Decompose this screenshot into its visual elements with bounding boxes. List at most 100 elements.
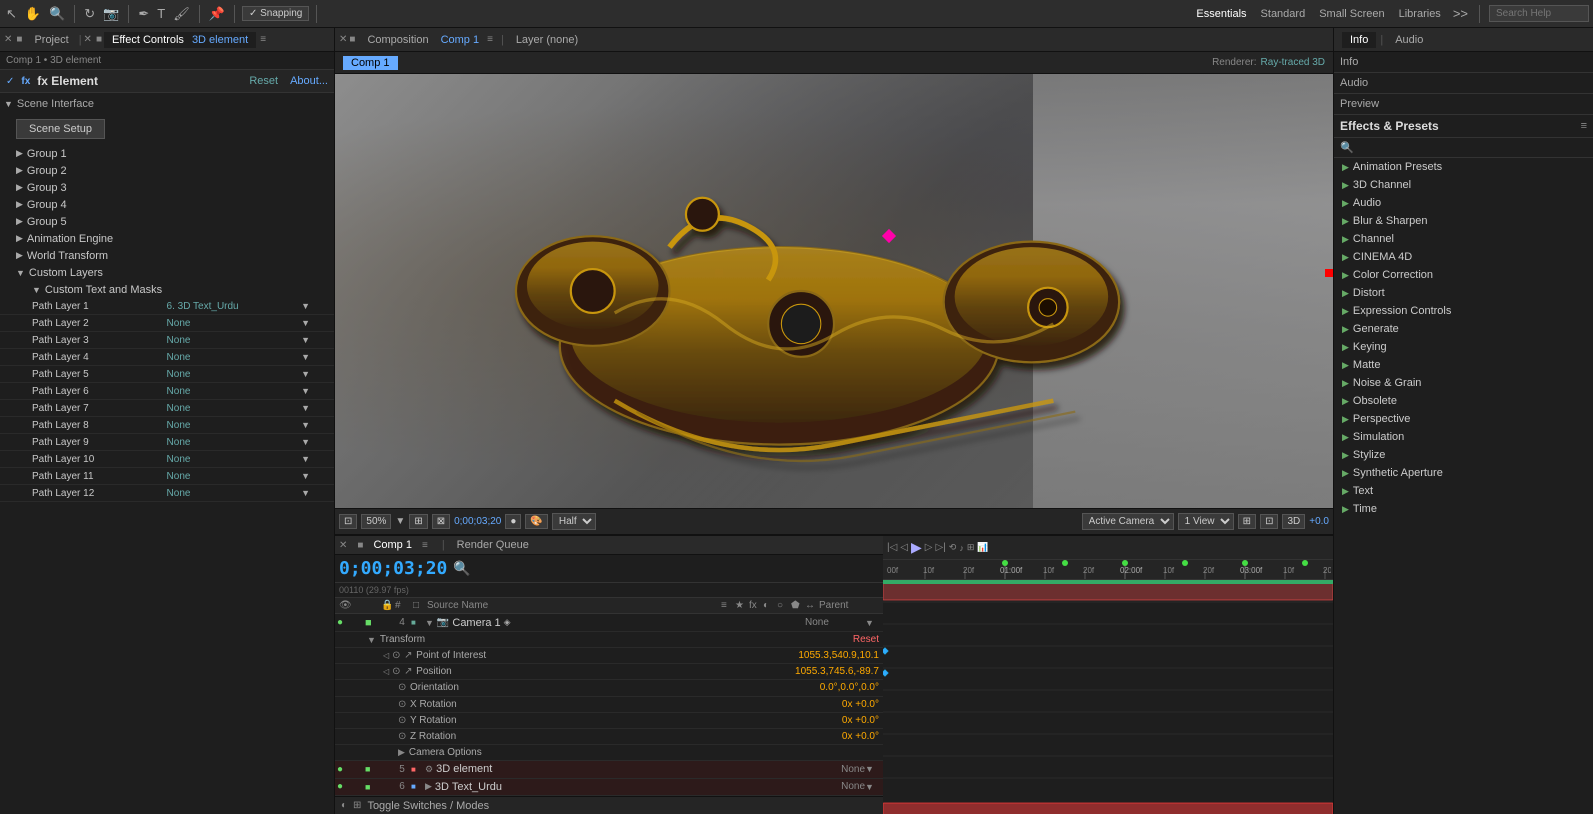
- ep-obsolete[interactable]: ▶ Obsolete: [1334, 392, 1593, 410]
- close-timeline-icon[interactable]: ✕: [339, 540, 347, 551]
- pos-keyframe-nav-prev[interactable]: ◁: [383, 667, 389, 676]
- ep-keying[interactable]: ▶ Keying: [1334, 338, 1593, 356]
- quality-button[interactable]: ●: [505, 514, 521, 529]
- zoom-select[interactable]: 50%: [361, 514, 391, 529]
- path-layer-value-3[interactable]: None: [167, 352, 302, 363]
- yrot-stopwatch-icon[interactable]: ⊙: [398, 715, 410, 726]
- path-layer-dropdown-2[interactable]: ▼: [301, 335, 310, 345]
- xrot-value[interactable]: 0x +0.0°: [842, 699, 879, 710]
- path-layer-dropdown-4[interactable]: ▼: [301, 369, 310, 379]
- ep-noise-grain[interactable]: ▶ Noise & Grain: [1334, 374, 1593, 392]
- text-eye-icon[interactable]: ●: [337, 781, 351, 792]
- camera-select[interactable]: Active Camera: [1082, 513, 1174, 530]
- ep-distort[interactable]: ▶ Distort: [1334, 284, 1593, 302]
- path-layer-value-10[interactable]: None: [167, 471, 302, 482]
- path-layer-dropdown-6[interactable]: ▼: [301, 403, 310, 413]
- path-layer-value-11[interactable]: None: [167, 488, 302, 499]
- yrot-value[interactable]: 0x +0.0°: [842, 715, 879, 726]
- snapping-button[interactable]: ✓ Snapping: [242, 6, 309, 21]
- arrow-tool-icon[interactable]: ↖: [4, 4, 19, 24]
- layers-icon[interactable]: ⊞: [967, 542, 975, 553]
- toggle-switches-label[interactable]: Toggle Switches / Modes: [367, 800, 489, 812]
- scene-setup-button[interactable]: Scene Setup: [16, 119, 105, 139]
- time-ruler[interactable]: 00f 10f 20f 01:00f 10f 20f: [883, 560, 1333, 580]
- path-layer-value-2[interactable]: None: [167, 335, 302, 346]
- layer-controls-btn[interactable]: ⊞: [353, 800, 361, 811]
- search-input[interactable]: [1489, 5, 1589, 22]
- workspace-small-screen[interactable]: Small Screen: [1315, 6, 1388, 22]
- tab-composition[interactable]: Composition: [359, 32, 436, 48]
- comp-menu-icon[interactable]: ≡: [487, 34, 493, 45]
- effect-menu-icon[interactable]: ≡: [260, 34, 266, 45]
- ep-perspective[interactable]: ▶ Perspective: [1334, 410, 1593, 428]
- ep-synthetic-aperture[interactable]: ▶ Synthetic Aperture: [1334, 464, 1593, 482]
- element-layer-row[interactable]: ● ■ 5 ■ ⚙ 3D element None ▼: [335, 761, 883, 779]
- nav-end-icon[interactable]: ▷|: [935, 542, 945, 553]
- ep-simulation[interactable]: ▶ Simulation: [1334, 428, 1593, 446]
- transform-reset[interactable]: Reset: [853, 634, 879, 645]
- tab-layer[interactable]: Layer (none): [508, 32, 586, 48]
- camera-tool-icon[interactable]: 📷: [101, 4, 121, 24]
- path-layer-dropdown-5[interactable]: ▼: [301, 386, 310, 396]
- pos-stopwatch-icon[interactable]: ⊙: [392, 666, 404, 677]
- search-timeline-icon[interactable]: 🔍: [453, 560, 470, 577]
- poi-value[interactable]: 1055.3,540.9,10.1: [798, 650, 879, 661]
- camera-keyframe-icon[interactable]: ◈: [504, 617, 511, 628]
- more-workspaces-icon[interactable]: >>: [1451, 4, 1470, 23]
- ep-color-correction[interactable]: ▶ Color Correction: [1334, 266, 1593, 284]
- group-1-item[interactable]: ▶ Group 1: [0, 145, 334, 162]
- nav-start-icon[interactable]: |◁: [887, 542, 897, 553]
- path-layer-dropdown-8[interactable]: ▼: [301, 437, 310, 447]
- close-effect-icon[interactable]: ✕: [84, 34, 92, 45]
- path-layer-value-8[interactable]: None: [167, 437, 302, 448]
- animation-engine-item[interactable]: ▶ Animation Engine: [0, 230, 334, 247]
- safe-button[interactable]: ⊡: [1260, 514, 1278, 529]
- snap-button[interactable]: ⊠: [432, 514, 450, 529]
- cam-options-arrow[interactable]: ▶: [398, 747, 405, 758]
- ep-blur-sharpen[interactable]: ▶ Blur & Sharpen: [1334, 212, 1593, 230]
- workspace-essentials[interactable]: Essentials: [1192, 6, 1250, 22]
- zrot-stopwatch-icon[interactable]: ⊙: [398, 731, 410, 742]
- group-5-item[interactable]: ▶ Group 5: [0, 213, 334, 230]
- path-layer-dropdown-7[interactable]: ▼: [301, 420, 310, 430]
- tab-effect-controls[interactable]: Effect Controls 3D element: [104, 32, 256, 48]
- camera-eye-icon[interactable]: ●: [337, 617, 351, 628]
- zoom-tool-icon[interactable]: 🔍: [47, 4, 67, 24]
- poi-keyframe-nav-prev[interactable]: ◁: [383, 651, 389, 660]
- fx-checkbox[interactable]: ✓: [6, 76, 14, 87]
- scene-interface-item[interactable]: ▼ Scene Interface: [0, 95, 334, 113]
- ori-stopwatch-icon[interactable]: ⊙: [398, 682, 410, 693]
- transform-arrow[interactable]: ▼: [367, 635, 376, 645]
- custom-text-masks-item[interactable]: ▼ Custom Text and Masks: [16, 281, 334, 298]
- ep-matte[interactable]: ▶ Matte: [1334, 356, 1593, 374]
- tab-info[interactable]: Info: [1342, 32, 1376, 48]
- path-layer-value-5[interactable]: None: [167, 386, 302, 397]
- ep-search-input[interactable]: [1358, 142, 1587, 154]
- path-layer-dropdown-9[interactable]: ▼: [301, 454, 310, 464]
- group-2-item[interactable]: ▶ Group 2: [0, 162, 334, 179]
- chart-icon[interactable]: 📊: [977, 542, 988, 553]
- tab-audio[interactable]: Audio: [1387, 32, 1431, 48]
- quality-select[interactable]: Half: [552, 513, 596, 530]
- tab-comp1[interactable]: Comp 1: [373, 539, 412, 551]
- timecode-display[interactable]: 0;00;03;20: [339, 558, 447, 579]
- rotate-tool-icon[interactable]: ↻: [82, 4, 97, 24]
- workspace-libraries[interactable]: Libraries: [1395, 6, 1445, 22]
- ep-cinema4d[interactable]: ▶ CINEMA 4D: [1334, 248, 1593, 266]
- resolution-button[interactable]: ⊞: [409, 514, 427, 529]
- path-layer-dropdown-11[interactable]: ▼: [301, 488, 310, 498]
- ep-animation-presets[interactable]: ▶ Animation Presets: [1334, 158, 1593, 176]
- world-transform-item[interactable]: ▶ World Transform: [0, 247, 334, 264]
- ep-expression-controls[interactable]: ▶ Expression Controls: [1334, 302, 1593, 320]
- ori-value[interactable]: 0.0°,0.0°,0.0°: [820, 682, 879, 693]
- pin-tool-icon[interactable]: 📌: [207, 4, 227, 24]
- path-layer-dropdown-0[interactable]: ▼: [301, 301, 310, 311]
- camera-expand-icon[interactable]: ▼: [425, 618, 434, 628]
- xrot-stopwatch-icon[interactable]: ⊙: [398, 699, 410, 710]
- ep-stylize[interactable]: ▶ Stylize: [1334, 446, 1593, 464]
- audio-icon[interactable]: ♪: [959, 543, 964, 553]
- element-parent-dropdown[interactable]: ▼: [865, 764, 881, 774]
- ep-menu-icon[interactable]: ≡: [1581, 120, 1587, 132]
- nav-prev-icon[interactable]: ◁: [900, 542, 908, 553]
- group-4-item[interactable]: ▶ Group 4: [0, 196, 334, 213]
